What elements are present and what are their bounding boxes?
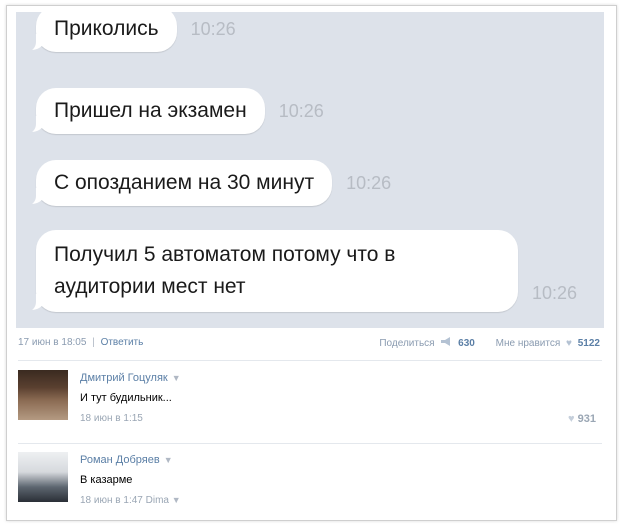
message-time: 10:26	[346, 172, 392, 193]
message-time: 10:26	[278, 100, 324, 121]
divider	[18, 443, 602, 444]
chat-message: Пришел на экзамен 10:26	[16, 88, 324, 134]
message-time: 10:26	[190, 18, 236, 39]
like-count: 5122	[577, 338, 600, 349]
reply-link[interactable]: Ответить	[101, 337, 144, 348]
separator: |	[92, 337, 95, 348]
post-date[interactable]: 17 июн в 18:05	[18, 337, 86, 348]
share-label: Поделиться	[379, 338, 435, 349]
comment-text: И тут будильник...	[80, 392, 172, 404]
message-bubble: С опозданием на 30 минут	[21, 160, 333, 206]
comment-text: В казарме	[80, 474, 133, 486]
author-name[interactable]: Роман Добряев	[80, 454, 160, 466]
chat-screenshot-image: Приколись 10:26 Пришел на экзамен 10:26 …	[16, 12, 604, 328]
chevron-down-icon[interactable]: ▼	[172, 373, 181, 383]
message-bubble: Получил 5 автоматом потому что в аудитор…	[22, 230, 518, 312]
comment-author[interactable]: Дмитрий Гоцуляк ▼	[80, 372, 181, 384]
post-stats: Поделиться 630 Мне нравится ♥ 5122	[379, 337, 600, 349]
divider	[18, 360, 602, 361]
chat-message: Приколись 10:26	[16, 12, 236, 52]
like-label: Мне нравится	[495, 338, 561, 349]
comment-like-count: 931	[577, 413, 596, 425]
author-name[interactable]: Дмитрий Гоцуляк	[80, 372, 168, 384]
comment-date[interactable]: 18 июн в 1:15	[80, 413, 143, 424]
megaphone-icon	[440, 337, 452, 349]
heart-icon: ♥	[568, 413, 575, 425]
post-actions-bar: 17 июн в 18:05 | Ответить Поделиться 630…	[18, 337, 600, 353]
chevron-down-icon[interactable]: ▼	[172, 495, 181, 505]
share-count: 630	[458, 338, 475, 349]
avatar[interactable]	[18, 370, 68, 420]
comment-author[interactable]: Роман Добряев ▼	[80, 454, 173, 466]
reply-to-name[interactable]: Dima	[146, 495, 169, 506]
like-button[interactable]: Мне нравится ♥ 5122	[496, 338, 600, 349]
chevron-down-icon[interactable]: ▼	[164, 455, 173, 465]
comment-date: 18 июн в 1:47 Dima ▼	[80, 495, 181, 506]
chat-message: С опозданием на 30 минут 10:26	[16, 160, 391, 206]
message-bubble: Приколись	[22, 12, 177, 52]
comment-date-link[interactable]: 18 июн в 1:47	[80, 495, 143, 506]
comment: Дмитрий Гоцуляк ▼ И тут будильник... 18 и…	[18, 370, 602, 434]
heart-icon: ♥	[566, 338, 572, 349]
chat-message: Получил 5 автоматом потому что в аудитор…	[16, 230, 577, 312]
comment: Роман Добряев ▼ В казарме 18 июн в 1:47 D…	[18, 452, 602, 516]
message-time: 10:26	[532, 283, 578, 303]
avatar[interactable]	[18, 452, 68, 502]
comment-like-button[interactable]: ♥ 931	[568, 413, 596, 425]
message-bubble: Пришел на экзамен	[22, 88, 265, 134]
share-button[interactable]: Поделиться 630	[379, 337, 477, 349]
